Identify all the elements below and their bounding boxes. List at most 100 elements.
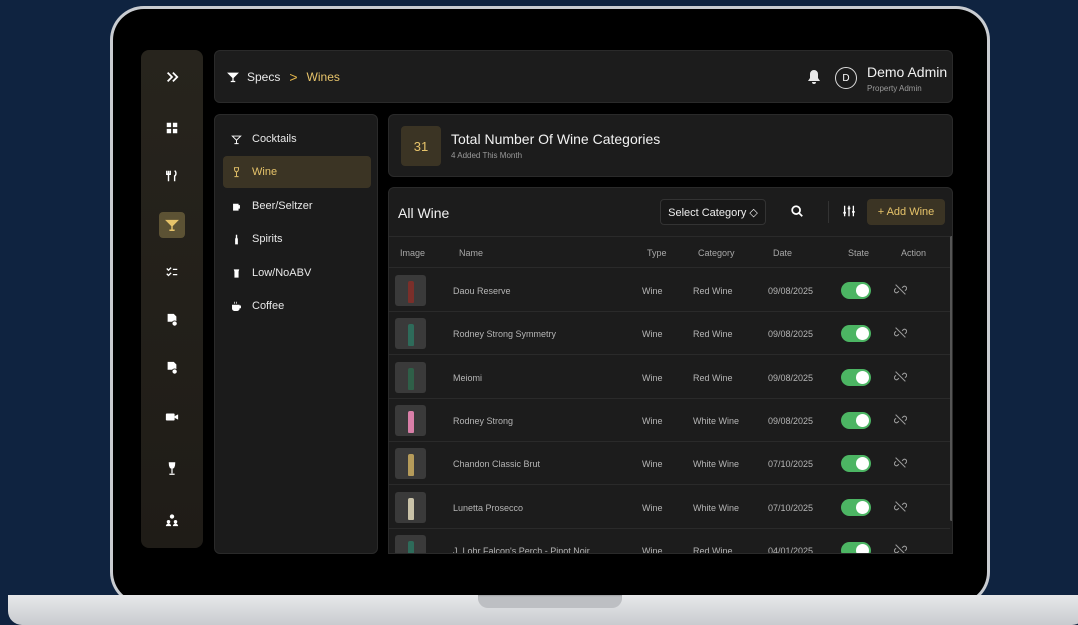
search-icon[interactable] <box>790 204 804 218</box>
row-date: 04/01/2025 <box>768 545 814 554</box>
column-header-action: Action <box>901 248 927 258</box>
category-label: Beer/Seltzer <box>252 200 313 212</box>
row-category: Red Wine <box>693 329 733 340</box>
rail-item-documents[interactable] <box>159 307 185 333</box>
wine-table-card: All Wine Select Category ◇ + Add Wine Im… <box>388 187 953 554</box>
table-scrollbar[interactable] <box>950 236 952 521</box>
table-row[interactable]: Daou Reserve Wine Red Wine 09/08/2025 <box>389 269 950 312</box>
rail-item-users[interactable] <box>159 507 185 533</box>
unlink-icon[interactable] <box>894 543 907 554</box>
unlink-icon[interactable] <box>894 413 907 426</box>
state-toggle[interactable] <box>841 541 871 553</box>
expand-nav-button[interactable] <box>159 64 185 90</box>
row-category: Red Wine <box>693 286 733 296</box>
table-row[interactable]: Rodney Strong Wine White Wine 09/08/2025 <box>389 399 950 442</box>
unlink-icon[interactable] <box>894 326 907 339</box>
category-wine[interactable]: Wine <box>223 156 371 188</box>
rail-item-videos[interactable] <box>159 404 185 430</box>
state-toggle[interactable] <box>841 282 871 299</box>
app: Specs > Wines D Demo Admin Property Admi… <box>113 9 987 603</box>
avatar[interactable]: D <box>835 67 857 89</box>
table-row[interactable]: Meiomi Wine Red Wine 09/08/2025 <box>389 356 950 399</box>
state-toggle[interactable] <box>841 411 871 429</box>
rail-item-dashboard[interactable] <box>159 115 185 141</box>
row-name: Rodney Strong Symmetry <box>453 329 557 340</box>
stat-subtitle: 4 Added This Month <box>451 151 523 160</box>
column-header-category: Category <box>698 248 735 258</box>
category-label: Low/NoABV <box>252 267 312 279</box>
breadcrumb: Specs > Wines <box>227 69 340 85</box>
column-header-state: State <box>848 248 870 258</box>
laptop-notch <box>478 595 622 608</box>
user-name[interactable]: Demo Admin <box>867 64 947 80</box>
double-chevron-right-icon <box>167 72 179 82</box>
rail-item-menu[interactable] <box>159 163 185 189</box>
category-low-noabv[interactable]: Low/NoABV <box>223 257 371 289</box>
table-row[interactable]: Rodney Strong Symmetry Wine Red Wine 09/08/… <box>389 312 950 356</box>
bottle-image <box>407 281 414 303</box>
wine-thumbnail <box>395 404 426 436</box>
category-label: Cocktails <box>252 133 297 145</box>
row-name: Meiomi <box>453 372 483 383</box>
row-date: 09/08/2025 <box>768 415 814 426</box>
bottle-icon <box>235 234 238 244</box>
rail-item-tasks[interactable] <box>159 259 185 285</box>
checklist-icon <box>166 267 178 277</box>
bell-icon[interactable] <box>806 69 822 85</box>
unlink-icon[interactable] <box>894 283 907 296</box>
rail-item-wine[interactable] <box>159 456 185 482</box>
state-toggle[interactable] <box>841 455 871 473</box>
state-toggle[interactable] <box>841 368 871 386</box>
stat-count: 31 <box>401 126 441 166</box>
stat-card: 31 Total Number Of Wine Categories 4 Add… <box>388 114 953 177</box>
unlink-icon[interactable] <box>894 370 907 383</box>
top-bar: Specs > Wines D Demo Admin Property Admi… <box>214 50 953 103</box>
row-type: Wine <box>642 415 663 426</box>
table-row[interactable]: Lunetta Prosecco Wine White Wine 07/10/2025 <box>389 486 950 529</box>
bottle-image <box>407 454 414 477</box>
wine-glass-icon <box>168 462 176 475</box>
row-name: Chandon Classic Brut <box>453 459 541 470</box>
state-toggle[interactable] <box>841 498 871 516</box>
table-row[interactable]: Chandon Classic Brut Wine White Wine 07/10/… <box>389 442 950 486</box>
dashboard-icon <box>166 122 178 134</box>
row-category: White Wine <box>693 415 740 426</box>
can-icon <box>233 268 240 278</box>
unlink-icon[interactable] <box>894 500 907 513</box>
add-wine-button[interactable]: + Add Wine <box>867 199 945 225</box>
filter-sliders-icon[interactable] <box>842 204 856 218</box>
cocktail-icon <box>227 72 239 83</box>
select-category-dropdown[interactable]: Select Category ◇ <box>660 199 766 225</box>
row-name: Daou Reserve <box>453 286 511 296</box>
users-icon <box>165 514 179 527</box>
wine-thumbnail <box>395 361 426 393</box>
rail-item-specs[interactable] <box>159 212 185 238</box>
row-name: Lunetta Prosecco <box>453 502 524 513</box>
cocktail-icon <box>231 135 242 144</box>
coffee-icon <box>232 301 241 311</box>
category-spirits[interactable]: Spirits <box>223 223 371 255</box>
category-cocktails[interactable]: Cocktails <box>223 123 371 155</box>
row-type: Wine <box>642 372 663 383</box>
cocktail-icon <box>165 219 179 231</box>
nav-rail <box>141 50 203 548</box>
state-toggle[interactable] <box>841 325 871 343</box>
category-coffee[interactable]: Coffee <box>223 290 371 322</box>
row-date: 09/08/2025 <box>768 372 814 383</box>
row-date: 07/10/2025 <box>768 459 814 470</box>
row-type: Wine <box>642 329 663 340</box>
rail-item-reports[interactable] <box>159 355 185 381</box>
breadcrumb-separator: > <box>289 69 298 85</box>
category-label: Coffee <box>252 300 285 312</box>
unlink-icon[interactable] <box>894 456 907 469</box>
bottle-image <box>407 324 414 347</box>
row-type: Wine <box>642 459 663 470</box>
category-beer-seltzer[interactable]: Beer/Seltzer <box>223 190 371 222</box>
breadcrumb-parent[interactable]: Specs <box>247 70 280 84</box>
table-row[interactable]: J. Lohr Falcon's Perch - Pinot Noir Wine R… <box>389 529 950 554</box>
laptop-screen: Specs > Wines D Demo Admin Property Admi… <box>113 9 987 603</box>
row-category: White Wine <box>693 502 740 513</box>
user-role: Property Admin <box>867 84 922 93</box>
row-category: White Wine <box>693 459 740 470</box>
row-type: Wine <box>642 286 663 296</box>
